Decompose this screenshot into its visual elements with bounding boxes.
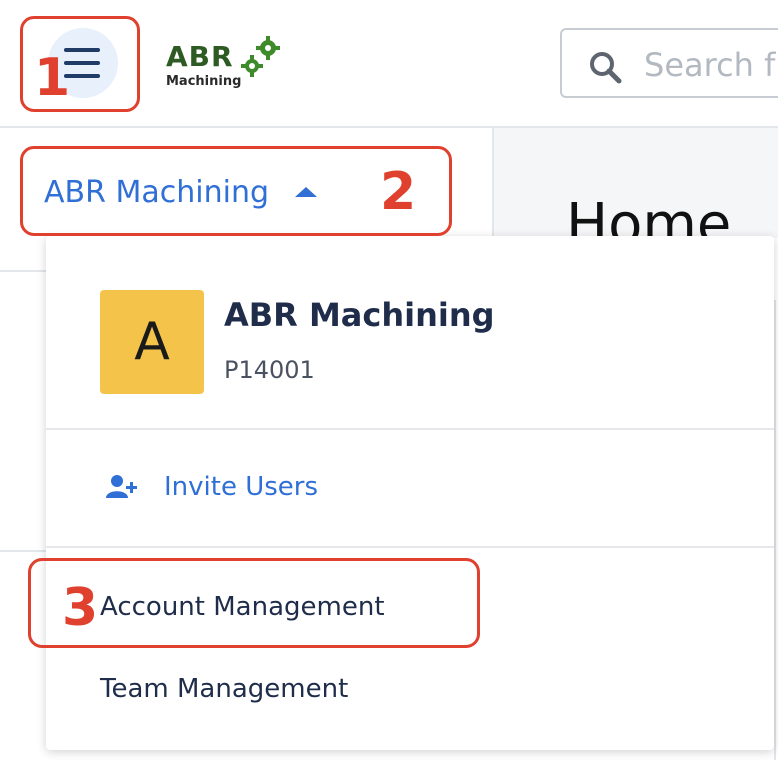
- company-logo[interactable]: ABR Machining: [166, 36, 290, 96]
- invite-users-link[interactable]: Invite Users: [106, 472, 318, 502]
- org-id: P14001: [224, 356, 315, 384]
- org-name: ABR Machining: [224, 296, 495, 334]
- invite-users-label: Invite Users: [164, 472, 319, 502]
- annotation-number-1: 1: [34, 48, 71, 108]
- search-box[interactable]: [560, 28, 778, 98]
- search-icon: [590, 52, 622, 84]
- add-user-icon: [106, 475, 137, 498]
- dropdown-divider: [46, 546, 774, 548]
- team-management-link[interactable]: Team Management: [100, 674, 348, 704]
- org-avatar: A: [100, 290, 204, 394]
- content-divider: [774, 300, 776, 760]
- dropdown-divider: [46, 428, 774, 430]
- logo-abbr: ABR: [166, 40, 234, 73]
- annotation-number-2: 2: [380, 162, 417, 222]
- gears-icon: [241, 36, 280, 77]
- search-input[interactable]: [642, 42, 778, 88]
- org-dropdown-menu: A ABR Machining P14001 Invite Users Acco…: [46, 236, 774, 750]
- annotation-number-3: 3: [62, 578, 99, 638]
- logo-subtitle: Machining: [166, 74, 242, 89]
